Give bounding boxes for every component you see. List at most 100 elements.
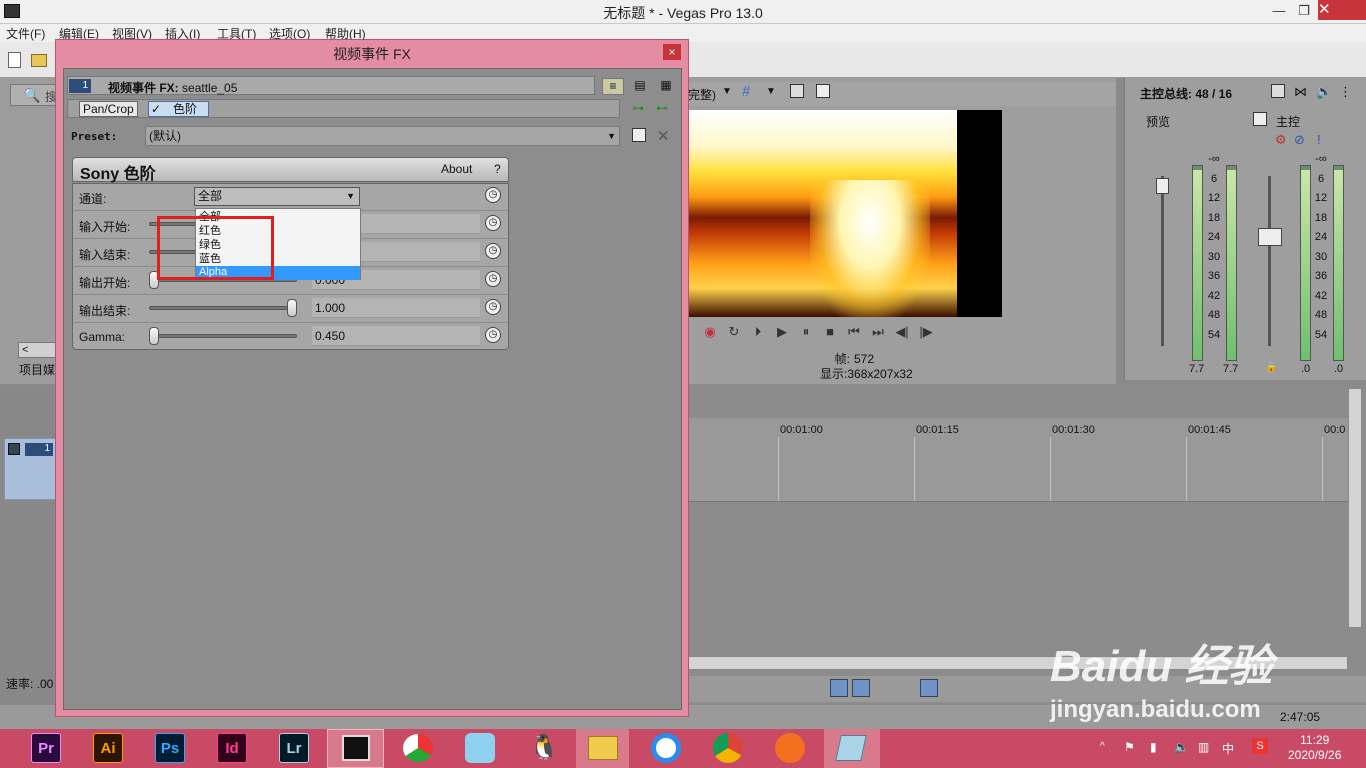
save-preset-icon[interactable] (632, 128, 646, 142)
envelope-tool-icon[interactable] (852, 679, 870, 697)
sogou-icon[interactable]: S (1252, 738, 1268, 754)
stop-icon[interactable]: ■ (820, 322, 840, 342)
volume-icon[interactable]: 🔈 (1174, 740, 1189, 754)
flag-icon[interactable]: ⚑ (1124, 740, 1135, 754)
master-fader[interactable] (1258, 228, 1282, 246)
master-fx-icon[interactable] (1253, 112, 1267, 126)
gear-icon[interactable]: ⚙ (1275, 132, 1287, 148)
gamma-value[interactable]: 0.450 (312, 326, 480, 346)
fx-chain-label: 视频事件 FX: seattle_05 (108, 81, 238, 95)
go-to-start-icon[interactable]: ⏮ (844, 322, 864, 342)
minimize-button[interactable]: — (1268, 2, 1290, 20)
play-icon[interactable]: ▶ (772, 322, 792, 342)
close-button[interactable]: ✕ (1318, 0, 1366, 20)
edit-tool-icon[interactable] (830, 679, 848, 697)
reset-gamma-icon[interactable]: ◷ (485, 327, 501, 343)
dialog-close-button[interactable]: × (663, 44, 681, 60)
track-expand-icon[interactable] (8, 443, 20, 455)
plugin-chain-icon[interactable]: ⊶ (632, 101, 644, 115)
mute-icon[interactable]: ⊘ (1294, 132, 1305, 148)
master-channel-label: 主控 (1276, 115, 1301, 129)
output-end-thumb[interactable] (287, 299, 297, 317)
sun-reflection (810, 180, 930, 317)
arrow-app-icon[interactable] (775, 733, 805, 763)
notepad-taskbar-button[interactable] (824, 729, 880, 768)
scroll-left-button[interactable]: < (18, 342, 58, 358)
vegas-taskbar-button[interactable] (327, 729, 384, 768)
reset-output-end-icon[interactable]: ◷ (485, 299, 501, 315)
output-end-slider[interactable] (149, 306, 297, 310)
delete-preset-icon[interactable]: ✕ (657, 127, 670, 145)
mute-icon[interactable]: 🔈 (1316, 84, 1332, 100)
next-frame-icon[interactable]: |▶ (916, 322, 936, 342)
frame-info: 帧: 572 显示:368x207x32 (820, 352, 913, 381)
qq-icon[interactable]: 🐧 (529, 733, 559, 762)
go-to-end-icon[interactable]: ⏭ (868, 322, 888, 342)
reset-channel-icon[interactable]: ◷ (485, 187, 501, 203)
pinwheel-icon[interactable] (403, 734, 433, 762)
preview-quality-select[interactable]: 完整) (688, 86, 716, 103)
media-search-box[interactable]: 🔍 搜 (10, 84, 58, 106)
pause-icon[interactable]: ⏸ (796, 322, 816, 342)
preview-meter-left (1192, 165, 1203, 361)
play-from-start-icon[interactable]: ⏵ (748, 322, 768, 342)
save-snapshot-icon[interactable] (816, 84, 830, 98)
single-pane-view-icon[interactable]: ≡ (602, 78, 624, 95)
search-icon: 🔍 (23, 87, 41, 103)
checkmark-icon[interactable]: ✓ (151, 102, 161, 116)
photoshop-icon[interactable]: Ps (155, 733, 185, 763)
reset-input-end-icon[interactable]: ◷ (485, 243, 501, 259)
chevron-up-icon[interactable]: ^ (1100, 741, 1105, 752)
copy-snapshot-icon[interactable] (790, 84, 804, 98)
lightroom-icon[interactable]: Lr (279, 733, 309, 763)
gamma-thumb[interactable] (149, 327, 159, 345)
preset-select[interactable]: (默认) ▼ (145, 126, 620, 146)
preview-fader[interactable] (1156, 178, 1169, 194)
vertical-scrollbar[interactable] (1348, 388, 1362, 628)
snap-icon[interactable] (920, 679, 938, 697)
maximize-button[interactable]: ❐ (1293, 2, 1315, 20)
open-folder-icon[interactable] (31, 54, 47, 67)
explorer-taskbar-button[interactable] (576, 729, 629, 768)
loop-icon[interactable]: ↻ (724, 322, 744, 342)
new-file-icon[interactable] (8, 52, 21, 68)
downmix-icon[interactable] (1271, 84, 1285, 98)
remove-plugin-icon[interactable]: ⊷ (656, 101, 668, 115)
system-clock[interactable]: 11:29 2020/9/26 (1288, 733, 1341, 763)
previous-frame-icon[interactable]: ◀| (892, 322, 912, 342)
indesign-icon[interactable]: Id (217, 733, 247, 763)
project-media-tab[interactable]: 项目媒 (19, 361, 55, 378)
lock-icon[interactable]: 🔒 (1265, 362, 1277, 373)
help-button[interactable]: ? (494, 162, 501, 176)
premiere-icon[interactable]: Pr (31, 733, 61, 763)
menu-file[interactable]: 文件(F) (6, 25, 45, 42)
output-start-label: 输出开始: (79, 276, 131, 290)
solo-icon[interactable]: ⋮ (1339, 84, 1352, 100)
chevron-down-icon[interactable]: ▼ (722, 86, 732, 97)
browser-icon[interactable] (651, 733, 681, 763)
record-icon[interactable]: ◉ (700, 322, 720, 342)
levels-plugin-button[interactable]: ✓ 色阶 (148, 101, 209, 117)
output-end-value[interactable]: 1.000 (312, 298, 480, 318)
double-pane-view-icon[interactable]: ▤ (629, 78, 651, 95)
ime-icon[interactable]: 中 (1222, 740, 1234, 757)
track-header[interactable]: 1 (4, 438, 56, 500)
pan-crop-button[interactable]: Pan/Crop (79, 101, 138, 117)
cat-app-icon[interactable] (465, 733, 495, 763)
about-button[interactable]: About (441, 162, 472, 176)
network-icon[interactable]: ▥ (1198, 740, 1209, 754)
solo-icon[interactable]: ! (1317, 132, 1321, 147)
ruler-label: 00:01:30 (1052, 424, 1095, 436)
dim-icon[interactable]: ⋈ (1294, 84, 1307, 100)
chrome-icon[interactable] (713, 733, 743, 763)
channel-select[interactable]: 全部 ▼ (194, 187, 360, 206)
illustrator-icon[interactable]: Ai (93, 733, 123, 763)
reset-input-start-icon[interactable]: ◷ (485, 215, 501, 231)
chain-index: 1 (69, 79, 91, 93)
battery-icon[interactable]: ▮ (1150, 740, 1157, 754)
reset-output-start-icon[interactable]: ◷ (485, 271, 501, 287)
chevron-down-icon[interactable]: ▼ (766, 86, 776, 97)
grid-icon[interactable]: # (742, 83, 750, 100)
triple-pane-view-icon[interactable]: ▦ (655, 78, 677, 95)
gamma-slider[interactable] (149, 334, 297, 338)
